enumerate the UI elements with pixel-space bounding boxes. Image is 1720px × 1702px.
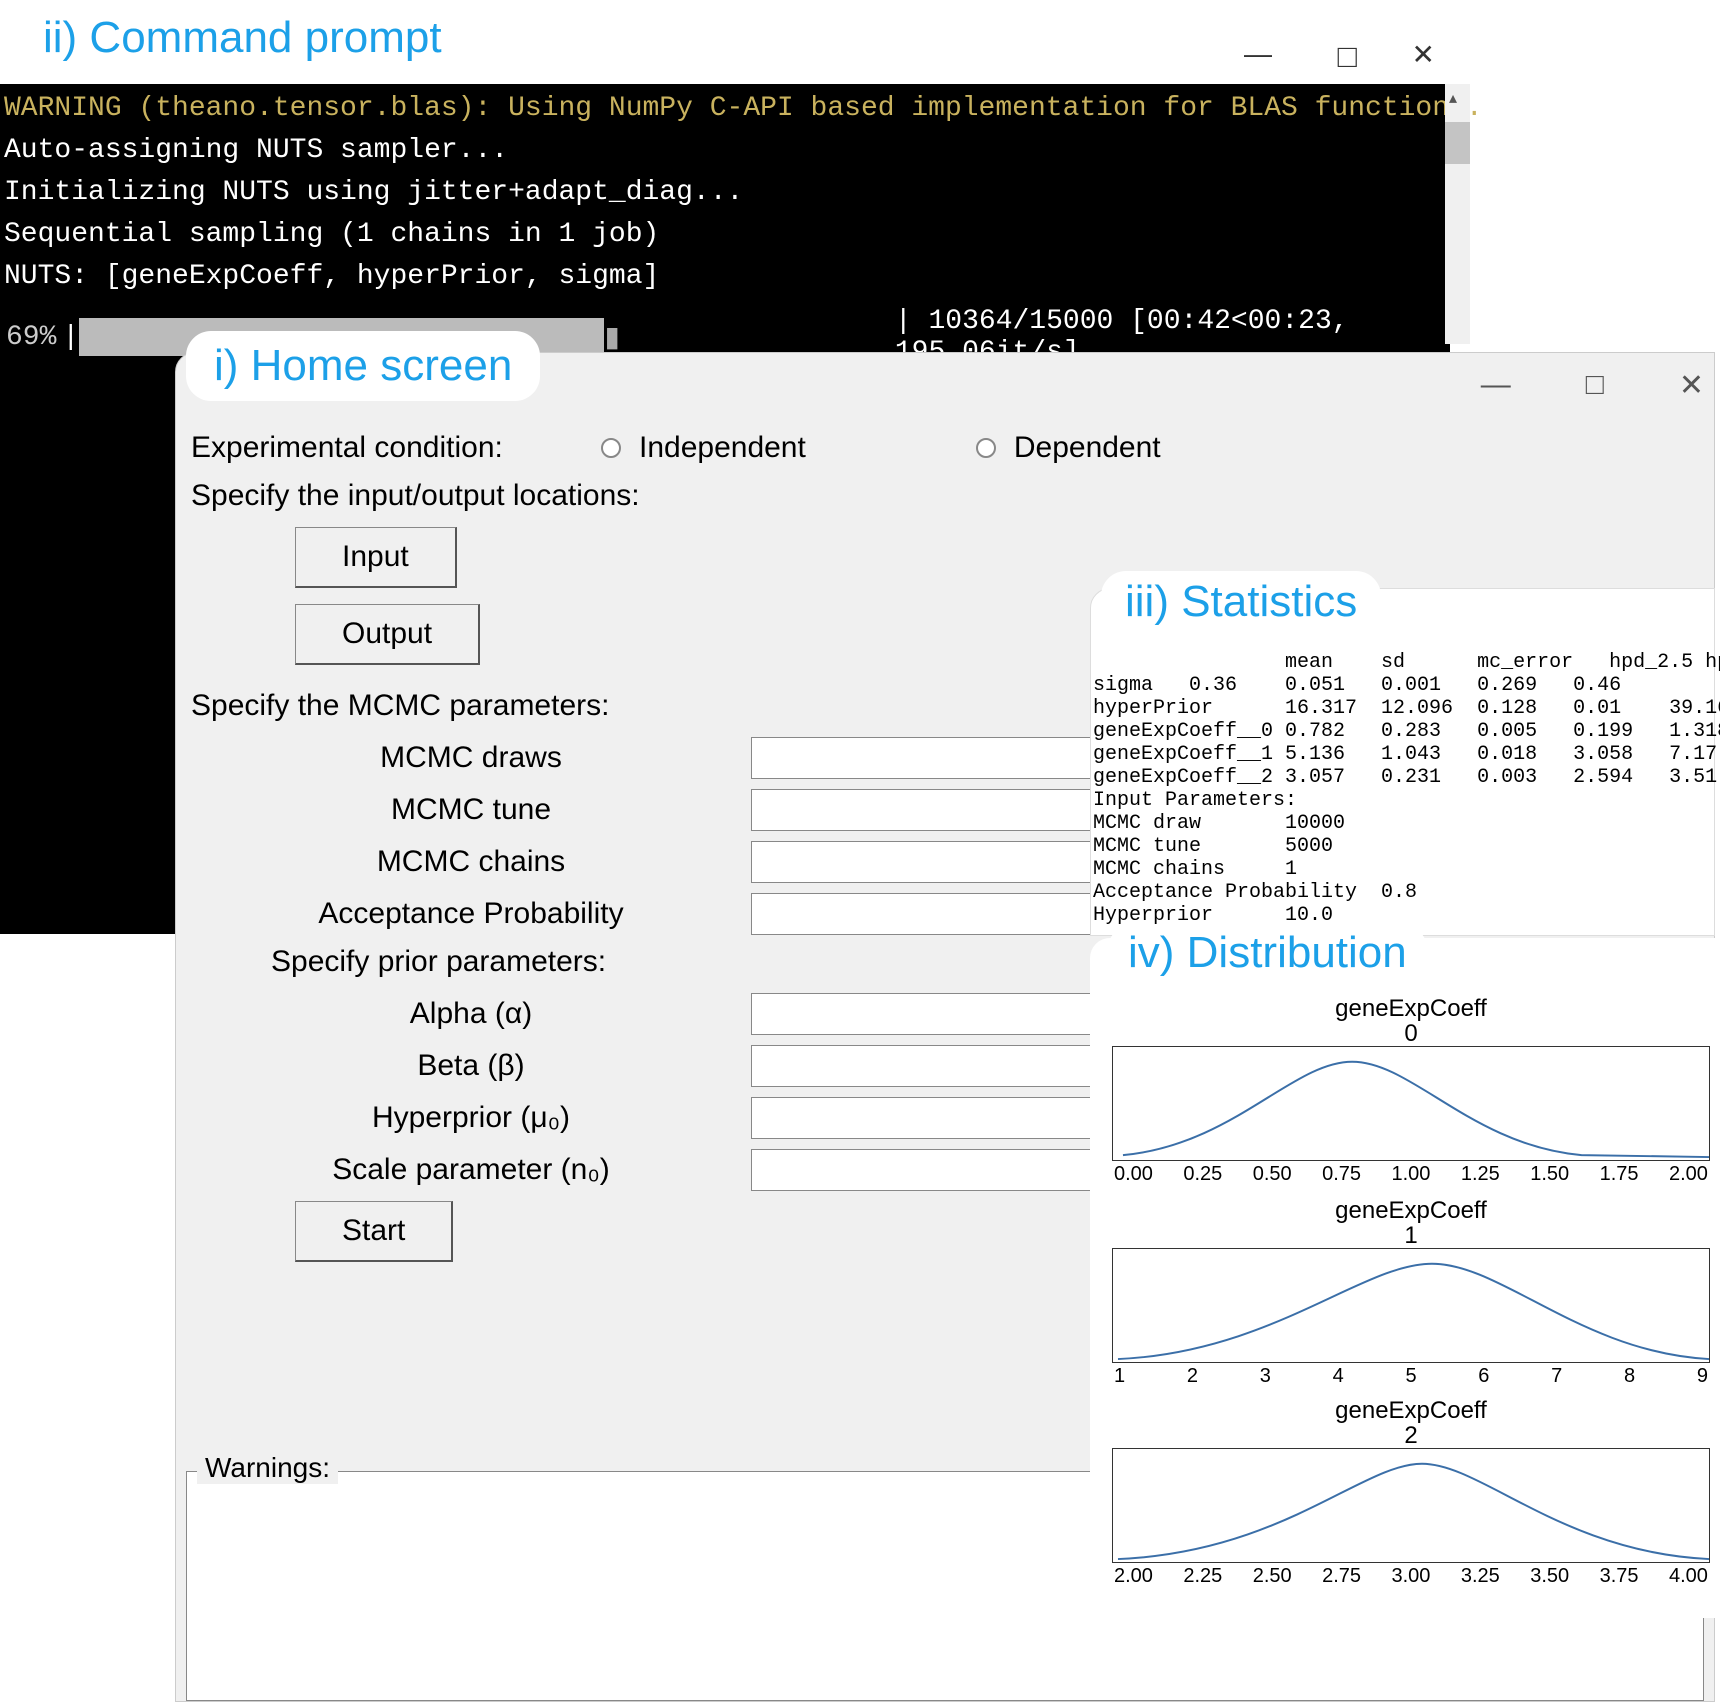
scale-param-input[interactable] — [751, 1149, 1109, 1191]
maximize-icon[interactable] — [1338, 38, 1357, 75]
home-heading-badge: i) Home screen — [186, 331, 540, 401]
beta-input[interactable] — [751, 1045, 1109, 1087]
cmd-heading-text: ii) Command prompt — [43, 13, 442, 62]
param-label: Hyperprior (μ₀) — [191, 1101, 751, 1135]
density-curve-icon — [1113, 1249, 1709, 1362]
exp-cond-label: Experimental condition: — [191, 431, 601, 465]
cmd-bar-end-icon: ▮ — [604, 320, 619, 355]
chart-plot-area — [1112, 1448, 1710, 1563]
radio-dependent[interactable]: Dependent — [976, 431, 1161, 465]
cmd-line: Auto-assigning NUTS sampler... — [4, 135, 508, 166]
home-titlebar: — □ ✕ — [1481, 368, 1704, 403]
density-curve-icon — [1113, 1449, 1709, 1562]
chart-title: geneExpCoeff 2 — [1112, 1398, 1710, 1448]
mcmc-draws-input[interactable] — [751, 737, 1109, 779]
density-curve-icon — [1113, 1047, 1709, 1160]
acceptance-prob-input[interactable] — [751, 893, 1109, 935]
scroll-up-icon[interactable]: ▴ — [1449, 88, 1457, 108]
stats-row: sigma 0.36 0.051 0.001 0.269 0.46 — [1093, 674, 1621, 697]
warnings-label: Warnings: — [197, 1452, 338, 1484]
cmd-progress-pct: 69% — [0, 322, 62, 353]
maximize-icon[interactable]: □ — [1586, 368, 1604, 403]
mcmc-tune-input[interactable] — [751, 789, 1109, 831]
stats-body: mean sd mc_error hpd_2.5 hpd_97.5 sigma … — [1091, 591, 1714, 935]
input-button[interactable]: Input — [295, 527, 457, 588]
stats-input-row: MCMC draw 10000 — [1093, 812, 1345, 835]
chart-x-ticks: 2.002.252.502.753.003.253.503.754.00 — [1112, 1565, 1710, 1588]
cmd-line: Sequential sampling (1 chains in 1 job) — [4, 219, 659, 250]
stats-input-row: Acceptance Probability 0.8 — [1093, 881, 1417, 904]
home-heading-text: i) Home screen — [214, 341, 512, 390]
stats-input-header: Input Parameters: — [1093, 789, 1297, 812]
radio-label: Dependent — [1014, 431, 1161, 465]
cmd-scrollbar[interactable]: ▴ — [1445, 84, 1470, 344]
minimize-icon[interactable] — [1244, 38, 1272, 70]
mcmc-chains-input[interactable] — [751, 841, 1109, 883]
output-button[interactable]: Output — [295, 604, 480, 665]
param-label: Beta (β) — [191, 1049, 751, 1083]
radio-icon[interactable] — [601, 438, 621, 458]
experimental-condition-row: Experimental condition: Independent Depe… — [191, 431, 1699, 465]
stats-heading-text: iii) Statistics — [1125, 577, 1357, 626]
stats-row: geneExpCoeff__0 0.782 0.283 0.005 0.199 … — [1093, 720, 1720, 743]
distribution-panel: iv) Distribution geneExpCoeff 0 0.000.25… — [1090, 938, 1718, 1618]
chart-geneexpcoeff-0: geneExpCoeff 0 0.000.250.500.751.001.251… — [1112, 996, 1710, 1186]
param-label: MCMC tune — [191, 793, 751, 827]
param-label: Scale parameter (n₀) — [191, 1153, 751, 1187]
radio-label: Independent — [639, 431, 806, 465]
minimize-icon[interactable]: — — [1481, 368, 1511, 403]
param-label: Acceptance Probability — [191, 897, 751, 931]
stats-row: geneExpCoeff__1 5.136 1.043 0.018 3.058 … — [1093, 743, 1717, 766]
chart-geneexpcoeff-2: geneExpCoeff 2 2.002.252.502.753.003.253… — [1112, 1398, 1710, 1588]
chart-plot-area — [1112, 1046, 1710, 1161]
chart-geneexpcoeff-1: geneExpCoeff 1 123456789 — [1112, 1198, 1710, 1388]
chart-plot-area — [1112, 1248, 1710, 1363]
cmd-warning-line: WARNING (theano.tensor.blas): Using NumP… — [4, 93, 1483, 124]
dist-heading-badge: iv) Distribution — [1108, 924, 1427, 982]
radio-independent[interactable]: Independent — [601, 431, 806, 465]
dist-heading-text: iv) Distribution — [1128, 928, 1407, 977]
param-label: MCMC draws — [191, 741, 751, 775]
hyperprior-input[interactable] — [751, 1097, 1109, 1139]
alpha-input[interactable] — [751, 993, 1109, 1035]
cmd-heading-badge: ii) Command prompt — [25, 7, 460, 69]
chart-x-ticks: 0.000.250.500.751.001.251.501.752.00 — [1112, 1163, 1710, 1186]
chart-title: geneExpCoeff 0 — [1112, 996, 1710, 1046]
chart-title: geneExpCoeff 1 — [1112, 1198, 1710, 1248]
param-label: MCMC chains — [191, 845, 751, 879]
stats-heading-badge: iii) Statistics — [1101, 571, 1381, 633]
stats-row: geneExpCoeff__2 3.057 0.231 0.003 2.594 … — [1093, 766, 1717, 789]
radio-icon[interactable] — [976, 438, 996, 458]
chart-x-ticks: 123456789 — [1112, 1365, 1710, 1388]
stats-input-row: MCMC tune 5000 — [1093, 835, 1333, 858]
close-icon[interactable] — [1412, 38, 1435, 71]
cmd-line: NUTS: [geneExpCoeff, hyperPrior, sigma] — [4, 261, 659, 292]
cmd-scroll-thumb[interactable] — [1445, 122, 1470, 164]
cmd-line: Initializing NUTS using jitter+adapt_dia… — [4, 177, 743, 208]
start-button[interactable]: Start — [295, 1201, 453, 1262]
stats-row: hyperPrior 16.317 12.096 0.128 0.01 39.1… — [1093, 697, 1720, 720]
stats-input-row: MCMC chains 1 — [1093, 858, 1297, 881]
close-icon[interactable]: ✕ — [1679, 368, 1704, 403]
io-section-label: Specify the input/output locations: — [191, 479, 1699, 513]
stats-header-row: mean sd mc_error hpd_2.5 hpd_97.5 — [1093, 651, 1720, 674]
statistics-panel: iii) Statistics mean sd mc_error hpd_2.5… — [1090, 588, 1715, 936]
param-label: Alpha (α) — [191, 997, 751, 1031]
